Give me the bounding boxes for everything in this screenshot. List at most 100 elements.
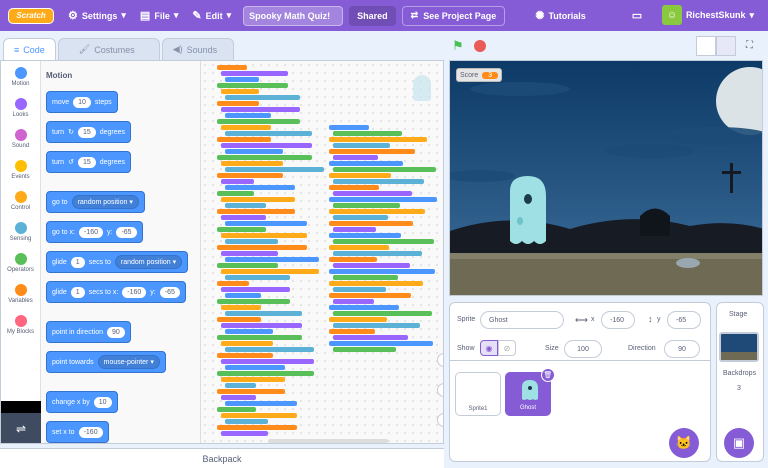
script-block[interactable] [329,125,369,130]
block-input[interactable]: 15 [77,156,96,168]
script-block[interactable] [333,251,422,256]
script-block[interactable] [217,245,307,250]
script-block[interactable] [221,179,254,184]
script-block[interactable] [333,143,390,148]
script-block[interactable] [333,167,436,172]
tab-costumes[interactable]: 🖌 Costumes [57,38,160,60]
script-block[interactable] [225,293,261,298]
script-area-scrollbar[interactable] [268,439,388,443]
see-project-page-button[interactable]: ⇄ See Project Page [401,5,506,26]
script-block[interactable] [225,95,300,100]
script-block[interactable] [217,425,297,430]
script-block[interactable] [225,131,312,136]
delete-sprite-button[interactable]: 🗑 [541,368,555,382]
script-block[interactable] [329,293,411,298]
script-block[interactable] [221,251,278,256]
script-block[interactable] [217,65,247,70]
script-block[interactable] [221,107,300,112]
script-block[interactable] [225,329,273,334]
y-input[interactable]: -65 [667,311,701,329]
add-backdrop-button[interactable]: ▣ [724,428,754,458]
script-block[interactable] [333,263,410,268]
script-block[interactable] [329,185,379,190]
x-input[interactable]: -160 [601,311,635,329]
category-sound[interactable]: Sound [1,123,40,154]
script-block[interactable] [217,299,290,304]
script-block[interactable] [221,71,288,76]
script-block[interactable] [333,299,374,304]
zoom-in-button[interactable] [437,353,443,367]
script-block[interactable] [329,149,415,154]
script-block[interactable] [217,407,256,412]
glide-to-block[interactable]: glide 1 secs to random position ▾ [46,251,189,273]
point-towards-block[interactable]: point towards mouse-pointer ▾ [46,351,166,373]
category-motion[interactable]: Motion [1,61,40,92]
category-my-blocks[interactable]: My Blocks [1,309,40,340]
category-looks[interactable]: Looks [1,92,40,123]
script-block[interactable] [225,347,314,352]
small-stage-button[interactable] [696,36,716,56]
ghost-sprite[interactable] [510,176,546,244]
script-block[interactable] [329,305,399,310]
script-block[interactable] [221,269,319,274]
target-dropdown[interactable]: random position ▾ [71,195,139,209]
show-visible-toggle[interactable]: ◉ [480,340,498,356]
script-block[interactable] [329,269,435,274]
script-block[interactable] [225,203,266,208]
script-block[interactable] [333,155,378,160]
script-area[interactable] [201,61,443,443]
my-stuff-button[interactable]: ▭ [632,9,642,22]
script-block[interactable] [217,119,300,124]
script-block[interactable] [217,209,295,214]
go-to-block[interactable]: go to random position ▾ [46,191,145,213]
script-block[interactable] [333,311,432,316]
category-control[interactable]: Control [1,185,40,216]
glide-to-xy-block[interactable]: glide 1 secs to x: -160 y: -65 [46,281,186,303]
script-block[interactable] [225,365,285,370]
script-block[interactable] [329,317,387,322]
zoom-reset-button[interactable] [437,413,443,427]
block-input[interactable]: 15 [77,126,96,138]
script-block[interactable] [329,341,433,346]
script-block[interactable] [329,197,437,202]
category-variables[interactable]: Variables [1,278,40,309]
script-block[interactable] [333,287,386,292]
block-input[interactable]: 10 [93,396,112,408]
add-sprite-button[interactable]: 🐱 [669,428,699,458]
script-block[interactable] [329,137,427,142]
script-block[interactable] [217,389,285,394]
script-block[interactable] [221,359,314,364]
scratch-logo[interactable]: Scratch [8,7,54,24]
script-block[interactable] [333,191,412,196]
script-block[interactable] [333,335,408,340]
script-block[interactable] [221,161,283,166]
script-block[interactable] [225,77,259,82]
script-block[interactable] [225,113,271,118]
script-block[interactable] [221,413,297,418]
script-block[interactable] [221,89,259,94]
script-block[interactable] [333,179,424,184]
script-block[interactable] [329,221,413,226]
script-block[interactable] [329,245,389,250]
script-block[interactable] [333,323,420,328]
script-block[interactable] [221,395,256,400]
fullscreen-icon[interactable]: ⛶ [746,40,753,51]
stage[interactable] [449,60,763,296]
script-block[interactable] [217,371,314,376]
script-block[interactable] [221,305,261,310]
y-input[interactable]: -65 [159,286,180,298]
script-block[interactable] [329,233,401,238]
user-menu[interactable]: ☺ RichestSkunk ▾ [661,5,754,25]
script-block[interactable] [221,287,290,292]
change-x-block[interactable]: change x by 10 [46,391,118,413]
script-block[interactable] [217,317,261,322]
script-block[interactable] [217,281,249,286]
script-block[interactable] [221,233,307,238]
x-input[interactable]: -160 [122,286,147,298]
script-block[interactable] [225,311,302,316]
tab-sounds[interactable]: ◀) Sounds [161,38,235,60]
script-block[interactable] [329,209,425,214]
script-block[interactable] [225,167,324,172]
project-title-input[interactable]: Spooky Math Quiz! [243,5,344,26]
script-block[interactable] [217,137,271,142]
